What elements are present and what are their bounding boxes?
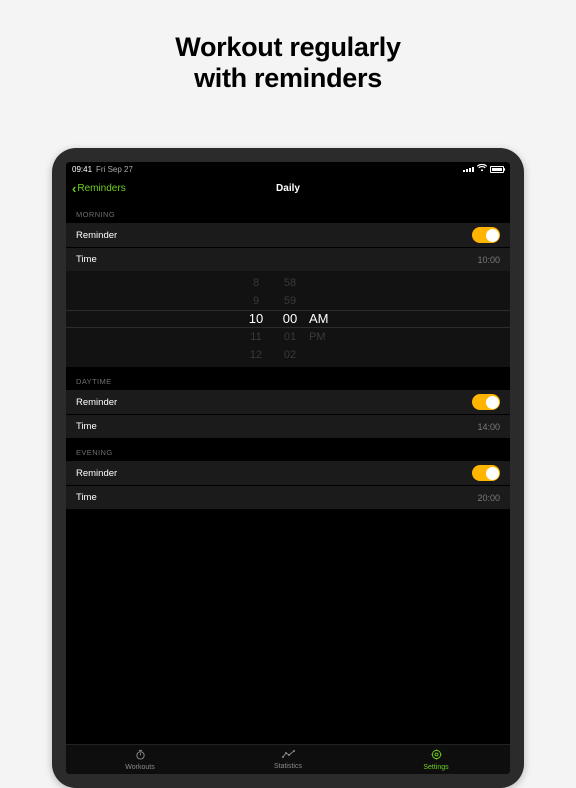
promo-title: Workout regularly with reminders: [0, 32, 576, 94]
tab-bar: Workouts Statistics Settings: [66, 744, 510, 774]
evening-time-row[interactable]: Time 20:00: [66, 485, 510, 509]
cellular-icon: [463, 167, 474, 172]
status-bar: 09:41 Fri Sep 27: [66, 162, 510, 176]
row-label: Reminder: [76, 397, 117, 408]
wifi-icon: [477, 164, 487, 174]
morning-reminder-switch[interactable]: [472, 227, 500, 243]
picker-minute-column[interactable]: 58 59 00 01 02: [273, 271, 307, 367]
status-time: 09:41: [72, 165, 92, 174]
row-label: Reminder: [76, 468, 117, 479]
picker-hour-column[interactable]: 8 9 10 11 12: [239, 271, 273, 367]
chevron-left-icon: ‹: [72, 182, 76, 195]
chart-line-icon: [282, 750, 295, 762]
morning-time-value: 10:00: [477, 255, 500, 265]
gear-icon: [431, 749, 442, 763]
morning-reminder-row[interactable]: Reminder: [66, 223, 510, 247]
status-date: Fri Sep 27: [96, 165, 133, 174]
tab-statistics[interactable]: Statistics: [214, 745, 362, 774]
row-label: Time: [76, 254, 97, 265]
daytime-time-value: 14:00: [477, 422, 500, 432]
promo-line1: Workout regularly: [0, 32, 576, 63]
morning-time-row[interactable]: Time 10:00: [66, 247, 510, 271]
row-label: Reminder: [76, 230, 117, 241]
daytime-reminder-row[interactable]: Reminder: [66, 390, 510, 414]
daytime-time-row[interactable]: Time 14:00: [66, 414, 510, 438]
section-header-daytime: DAYTIME: [66, 367, 510, 390]
battery-icon: [490, 166, 504, 173]
back-label: Reminders: [77, 183, 125, 194]
device-frame: 09:41 Fri Sep 27 ‹ Reminders Daily MORNI…: [52, 148, 524, 788]
nav-bar: ‹ Reminders Daily: [66, 176, 510, 200]
section-header-morning: MORNING: [66, 200, 510, 223]
section-evening: Reminder Time 20:00: [66, 461, 510, 509]
section-header-evening: EVENING: [66, 438, 510, 461]
evening-reminder-switch[interactable]: [472, 465, 500, 481]
nav-title: Daily: [276, 183, 300, 194]
section-daytime: Reminder Time 14:00: [66, 390, 510, 438]
tab-workouts[interactable]: Workouts: [66, 745, 214, 774]
row-label: Time: [76, 492, 97, 503]
tab-label: Statistics: [274, 763, 302, 770]
row-label: Time: [76, 421, 97, 432]
stopwatch-icon: [135, 749, 146, 763]
picker-ampm-column[interactable]: AM PM: [307, 271, 337, 367]
section-morning: Reminder Time 10:00: [66, 223, 510, 271]
evening-time-value: 20:00: [477, 493, 500, 503]
tab-label: Workouts: [125, 764, 154, 771]
back-button[interactable]: ‹ Reminders: [72, 182, 126, 195]
tab-label: Settings: [423, 764, 448, 771]
screen: 09:41 Fri Sep 27 ‹ Reminders Daily MORNI…: [66, 162, 510, 774]
time-picker[interactable]: 8 9 10 11 12 58 59 00 01 02: [66, 271, 510, 367]
evening-reminder-row[interactable]: Reminder: [66, 461, 510, 485]
tab-settings[interactable]: Settings: [362, 745, 510, 774]
promo-line2: with reminders: [0, 63, 576, 94]
daytime-reminder-switch[interactable]: [472, 394, 500, 410]
